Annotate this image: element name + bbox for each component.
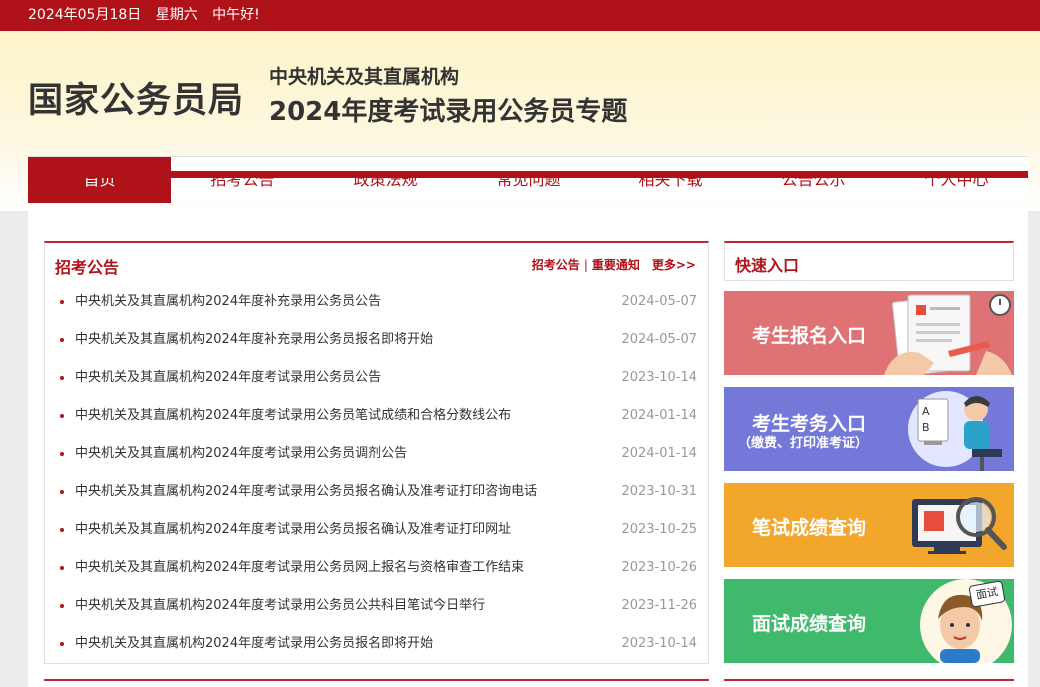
news-title[interactable]: 中央机关及其直属机构2024年度补充录用公务员公告 — [75, 294, 381, 309]
bullet-icon — [60, 604, 64, 608]
exam-affairs-entry-sublabel: （缴费、打印准考证） — [738, 436, 869, 451]
list-item[interactable]: 中央机关及其直属机构2024年度考试录用公务员报名确认及准考证打印网址 2023-… — [45, 511, 708, 549]
news-date: 2023-11-26 — [621, 598, 697, 613]
news-title[interactable]: 中央机关及其直属机构2024年度考试录用公务员笔试成绩和合格分数线公布 — [75, 408, 511, 423]
list-item[interactable]: 中央机关及其直属机构2024年度考试录用公务员公共科目笔试今日举行 2023-11… — [45, 587, 708, 625]
news-title[interactable]: 中央机关及其直属机构2024年度考试录用公务员公共科目笔试今日举行 — [75, 598, 485, 613]
news-date: 2023-10-31 — [621, 484, 697, 499]
registration-entry-label: 考生报名入口 — [752, 325, 867, 347]
next-panel-edge — [44, 679, 709, 687]
list-item[interactable]: 中央机关及其直属机构2024年度补充录用公务员公告 2024-05-07 — [45, 283, 708, 321]
news-date: 2024-05-07 — [621, 294, 697, 309]
link-announcements[interactable]: 招考公告 — [532, 258, 580, 272]
news-date: 2023-10-25 — [621, 522, 697, 537]
bullet-icon — [60, 300, 64, 304]
news-date: 2023-10-26 — [621, 560, 697, 575]
computer-user-icon: A B — [908, 391, 1002, 471]
news-title[interactable]: 中央机关及其直属机构2024年度考试录用公务员调剂公告 — [75, 446, 407, 461]
current-weekday: 星期六 — [155, 7, 198, 23]
list-item[interactable]: 中央机关及其直属机构2024年度考试录用公务员笔试成绩和合格分数线公布 2024-… — [45, 397, 708, 435]
list-item[interactable]: 中央机关及其直属机构2024年度考试录用公务员网上报名与资格审查工作结束 2023… — [45, 549, 708, 587]
main-nav: 首页 招考公告 政策法规 常见问题 相关下载 公告公示 个人中心 — [28, 156, 1028, 203]
more-link[interactable]: 更多>> — [652, 258, 696, 272]
nav-item-personal-center[interactable]: 个人中心 — [885, 157, 1028, 203]
news-title[interactable]: 中央机关及其直属机构2024年度考试录用公务员报名确认及准考证打印网址 — [75, 522, 511, 537]
header-subtitle: 中央机关及其直属机构 — [269, 66, 460, 88]
bullet-icon — [60, 490, 64, 494]
link-divider: | — [583, 258, 588, 272]
news-date: 2024-05-07 — [621, 332, 697, 347]
list-item[interactable]: 中央机关及其直属机构2024年度考试录用公务员调剂公告 2024-01-14 — [45, 435, 708, 473]
announcements-panel: 招考公告 招考公告 | 重要通知 更多>> 中央机关及其直属机构2024年度补充录用公… — [44, 241, 709, 664]
interview-score-button[interactable]: 面试成绩查询 面试 — [724, 579, 1014, 663]
link-important-notices[interactable]: 重要通知 — [592, 258, 640, 272]
bullet-icon — [60, 642, 64, 646]
header-title: 2024年度考试录用公务员专题 — [269, 97, 628, 127]
greeting-text: 中午好! — [212, 7, 260, 23]
nav-item-downloads[interactable]: 相关下载 — [599, 157, 742, 203]
written-exam-score-button[interactable]: 笔试成绩查询 — [724, 483, 1014, 567]
list-item[interactable]: 中央机关及其直属机构2024年度考试录用公务员报名即将开始 2023-10-14 — [45, 625, 708, 663]
exam-affairs-entry-button[interactable]: 考生考务入口 （缴费、打印准考证） A B — [724, 387, 1014, 471]
registration-entry-button[interactable]: 考生报名入口 — [724, 291, 1014, 375]
news-title[interactable]: 中央机关及其直属机构2024年度补充录用公务员报名即将开始 — [75, 332, 433, 347]
news-date: 2024-01-14 — [621, 446, 697, 461]
site-header: 国家公务员局 中央机关及其直属机构 2024年度考试录用公务员专题 首页 招考公… — [0, 31, 1040, 211]
bullet-icon — [60, 528, 64, 532]
news-date: 2024-01-14 — [621, 408, 697, 423]
bullet-icon — [60, 452, 64, 456]
search-icon — [912, 497, 1007, 554]
main-content: 招考公告 招考公告 | 重要通知 更多>> 中央机关及其直属机构2024年度补充录用公… — [28, 211, 1028, 687]
announcements-title: 招考公告 — [55, 258, 120, 277]
news-title[interactable]: 中央机关及其直属机构2024年度考试录用公务员报名即将开始 — [75, 636, 433, 651]
news-title[interactable]: 中央机关及其直属机构2024年度考试录用公务员报名确认及准考证打印咨询电话 — [75, 484, 537, 499]
bullet-icon — [60, 376, 64, 380]
application-form-icon — [884, 294, 1012, 375]
quick-entry-title: 快速入口 — [735, 256, 800, 275]
news-list: 中央机关及其直属机构2024年度补充录用公务员公告 2024-05-07 中央机关… — [45, 283, 708, 663]
nav-item-home[interactable]: 首页 — [28, 157, 171, 203]
news-title[interactable]: 中央机关及其直属机构2024年度考试录用公务员公告 — [75, 370, 381, 385]
bullet-icon — [60, 566, 64, 570]
site-logo[interactable]: 国家公务员局 — [28, 72, 244, 123]
list-item[interactable]: 中央机关及其直属机构2024年度补充录用公务员报名即将开始 2024-05-07 — [45, 321, 708, 359]
nav-item-policies[interactable]: 政策法规 — [314, 157, 457, 203]
announcements-links: 招考公告 | 重要通知 更多>> — [532, 256, 696, 273]
news-title[interactable]: 中央机关及其直属机构2024年度考试录用公务员网上报名与资格审查工作结束 — [75, 560, 524, 575]
news-date: 2023-10-14 — [621, 370, 697, 385]
interview-score-label: 面试成绩查询 — [752, 613, 867, 635]
list-item[interactable]: 中央机关及其直属机构2024年度考试录用公务员报名确认及准考证打印咨询电话 202… — [45, 473, 708, 511]
top-bar: 2024年05月18日 星期六 中午好! — [0, 0, 1040, 31]
nav-item-recruitment[interactable]: 招考公告 — [171, 157, 314, 203]
written-exam-score-label: 笔试成绩查询 — [752, 517, 867, 539]
nav-item-faq[interactable]: 常见问题 — [457, 157, 600, 203]
quick-entry-header: 快速入口 — [724, 241, 1014, 281]
next-side-panel-edge — [724, 679, 1014, 687]
svg-text:A: A — [922, 405, 930, 418]
nav-underline — [28, 171, 1028, 178]
list-item[interactable]: 中央机关及其直属机构2024年度考试录用公务员公告 2023-10-14 — [45, 359, 708, 397]
bullet-icon — [60, 338, 64, 342]
news-date: 2023-10-14 — [621, 636, 697, 651]
svg-text:B: B — [922, 421, 930, 434]
bullet-icon — [60, 414, 64, 418]
current-date: 2024年05月18日 — [28, 7, 142, 23]
nav-item-notices[interactable]: 公告公示 — [742, 157, 885, 203]
